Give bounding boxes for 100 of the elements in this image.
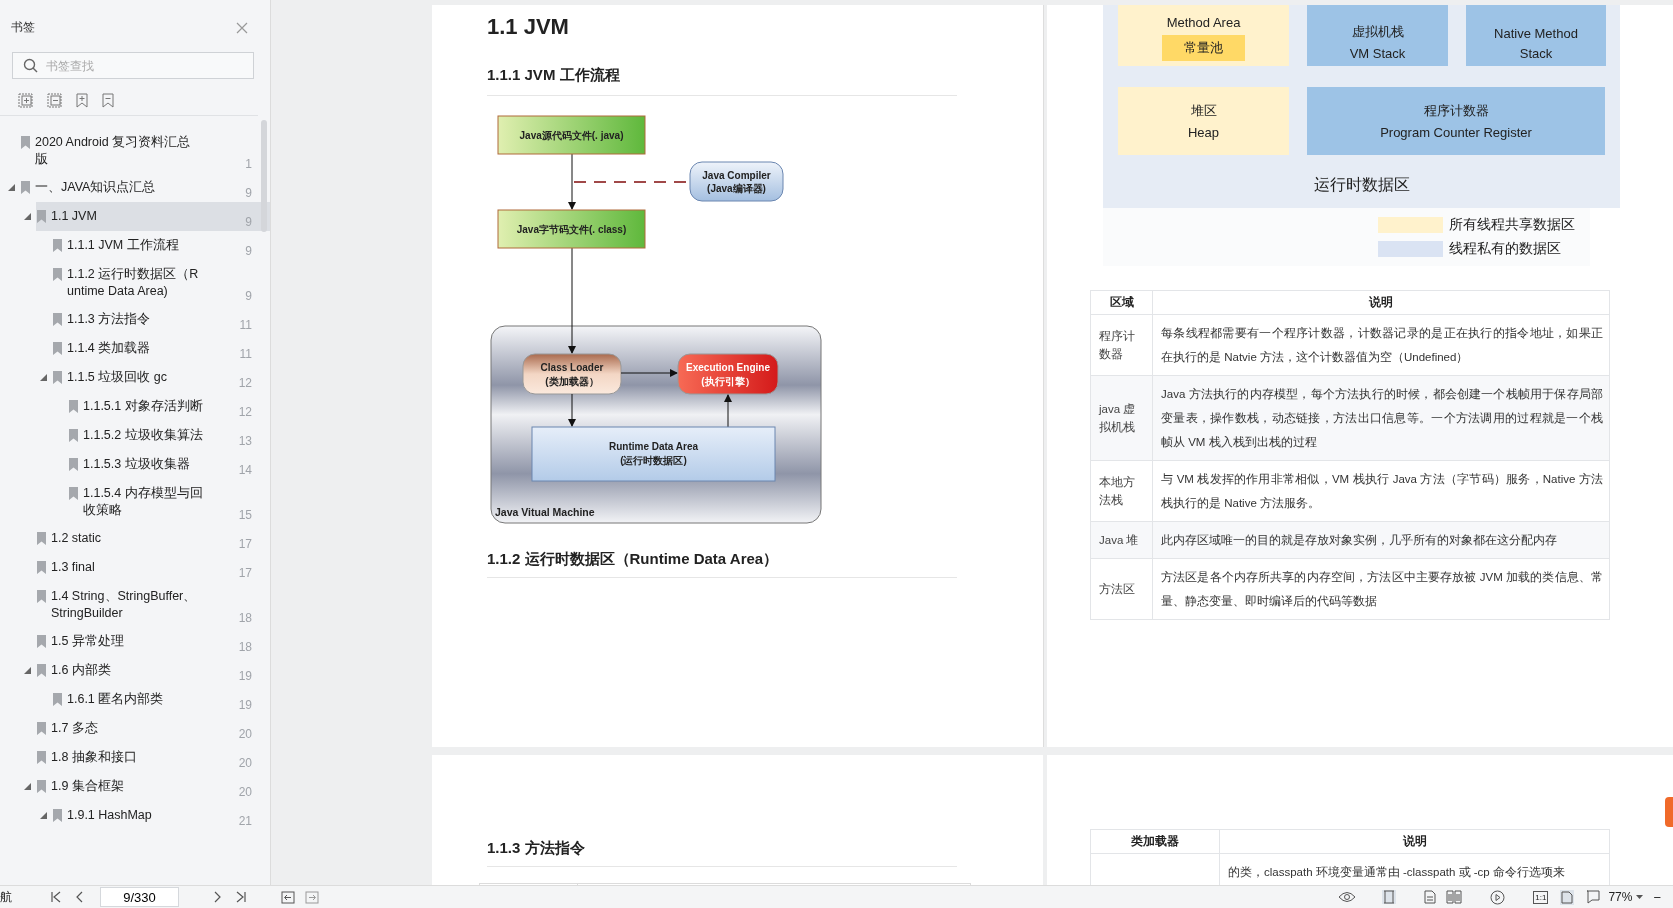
bookmark-label: 2020 Android 复习资料汇总版 — [35, 134, 192, 168]
page-number: 11 — [239, 318, 252, 332]
bookmark-item[interactable]: 1.7 多态 20 — [0, 714, 270, 743]
bookmark-label: 1.9 集合框架 — [51, 778, 125, 795]
page-number-field[interactable]: 9/330 — [100, 887, 179, 907]
bookmark-label: 1.8 抽象和接口 — [51, 749, 138, 766]
fit-page-icon[interactable] — [1560, 889, 1575, 905]
flow-arrow — [620, 369, 678, 377]
page-icon[interactable] — [1424, 890, 1437, 904]
table-cell: 方法区是各个内存所共享的内存空间，方法区中主要存放被 JVM 加载的类信息、常量、静态变量、即时编译后的代码等数据 — [1152, 558, 1610, 620]
bookmark-item[interactable]: 1.6 内部类 19 — [0, 656, 270, 685]
bookmark-item[interactable]: 1.8 抽象和接口 20 — [0, 743, 270, 772]
page-number: 15 — [238, 508, 252, 522]
bookmark-icon — [69, 400, 78, 413]
page-number: 18 — [238, 611, 252, 625]
forward-icon[interactable] — [305, 890, 319, 904]
bookmark-label: 一、JAVA知识点汇总 — [35, 179, 157, 196]
table-cell: 的类，classpath 环境变量通常由 -classpath 或 -cp 命令行选项来 — [1228, 866, 1565, 878]
page-number: 13 — [238, 434, 252, 448]
caret-icon[interactable] — [8, 184, 15, 191]
source-file-node: Java源代码文件(. java) — [497, 115, 646, 155]
plus-box-icon[interactable] — [18, 93, 33, 108]
bookmark-icon — [37, 722, 46, 735]
class-loader-node: Class Loader (类加载器） — [522, 353, 622, 395]
caret-icon[interactable] — [40, 812, 47, 819]
bookmark-icon — [37, 532, 46, 545]
bookmark-item[interactable]: 1.1.5.4 内存模型与回收策略 15 — [0, 479, 270, 524]
bookmark-label: 1.1.2 运行时数据区（Runtime Data Area) — [67, 266, 200, 300]
bookmark-item[interactable]: 1.1.5.2 垃圾收集算法 13 — [0, 421, 270, 450]
page-number: 9 — [245, 215, 252, 229]
caret-icon[interactable] — [24, 783, 31, 790]
back-icon[interactable] — [281, 890, 295, 904]
caret-icon[interactable] — [40, 374, 47, 381]
last-page-button[interactable] — [235, 891, 247, 903]
bookmark-item[interactable]: 一、JAVA知识点汇总 9 — [0, 173, 270, 202]
execution-engine-node: Execution Engine (执行引擎） — [677, 353, 779, 395]
minus-box-icon[interactable] — [47, 93, 62, 108]
column-header: 说明 — [1219, 829, 1610, 854]
region-label: Stack — [1519, 46, 1553, 61]
nav-label[interactable]: 航 — [0, 888, 14, 906]
bookmark-label: 1.1.1 JVM 工作流程 — [67, 237, 180, 254]
bookmark-item[interactable]: 1.3 final 17 — [0, 553, 270, 582]
bookmark-icon — [37, 635, 46, 648]
page-number: 12 — [238, 405, 252, 419]
table-cell: Java 方法执行的内存模型，每个方法执行的时候，都会创建一个栈帧用于保存局部变量表，操作数栈，动态链接，方法出口信息等。一个方法调用的过程就是一个栈帧从 VM 栈入栈到出栈的过程 — [1152, 375, 1610, 461]
bookmark-item[interactable]: 1.4 String、StringBuffer、StringBuilder 18 — [0, 582, 270, 627]
bookmark-label: 1.1 JVM — [51, 208, 98, 225]
flow-arrow — [724, 394, 732, 428]
bookmark-icon — [37, 664, 46, 677]
bookmark-item[interactable]: 1.1.5.3 垃圾收集器 14 — [0, 450, 270, 479]
section-heading: 1.1.3 方法指令 — [487, 839, 957, 867]
bookmark-item[interactable]: 1.1.2 运行时数据区（Runtime Data Area) 9 — [0, 260, 270, 305]
bookmark-item[interactable]: 1.1.5 垃圾回收 gc 12 — [0, 363, 270, 392]
bookmark-item[interactable]: 1.1.5.1 对象存活判断 12 — [0, 392, 270, 421]
bookmark-icon — [53, 268, 62, 281]
table-cell: 方法区 — [1090, 558, 1153, 620]
actual-size-button[interactable]: 1:1 — [1533, 890, 1549, 904]
bytecode-file-node: Java字节码文件(. class) — [497, 209, 646, 249]
bookmark-minus-icon[interactable] — [102, 93, 114, 108]
section-heading: 1.1.2 运行时数据区（Runtime Data Area） — [487, 550, 957, 578]
eye-icon[interactable] — [1338, 891, 1357, 903]
search-field[interactable]: 书签查找 — [12, 52, 254, 79]
bookmark-icon — [37, 210, 46, 223]
region-label: Program Counter Register — [1380, 125, 1532, 140]
caret-icon[interactable] — [1636, 895, 1644, 899]
bookmark-item[interactable]: 1.6.1 匿名内部类 19 — [0, 685, 270, 714]
bookmark-plus-icon[interactable] — [76, 93, 88, 108]
legend-label: 所有线程共享数据区 — [1449, 216, 1575, 234]
page-number: 12 — [238, 376, 252, 390]
scrollbar-thumb[interactable] — [261, 120, 267, 232]
next-page-button[interactable] — [213, 891, 223, 903]
table-cell: 本地方法栈 — [1090, 460, 1153, 522]
caret-icon[interactable] — [24, 213, 31, 220]
bookmark-item[interactable]: 1.1.3 方法指令 11 — [0, 305, 270, 334]
page-number: 17 — [238, 566, 252, 580]
page-number: 19 — [238, 698, 252, 712]
bookmark-icon — [69, 487, 78, 500]
zoom-out-button[interactable]: − — [1653, 889, 1661, 905]
two-page-icon[interactable] — [1446, 890, 1463, 904]
bookmark-item[interactable]: 1.5 异常处理 18 — [0, 627, 270, 656]
bookmark-label: 1.1.5.1 对象存活判断 — [83, 398, 203, 415]
single-page-icon[interactable] — [1382, 890, 1397, 904]
play-icon[interactable] — [1490, 889, 1506, 905]
bookmark-item[interactable]: 1.2 static 17 — [0, 524, 270, 553]
page-number: 19 — [238, 669, 252, 683]
caret-icon[interactable] — [24, 667, 31, 674]
bookmark-label: 1.7 多态 — [51, 720, 99, 737]
bookmark-item[interactable]: 1.1.1 JVM 工作流程 9 — [0, 231, 270, 260]
region-label: 堆区 — [1190, 102, 1217, 120]
zoom-dropdown[interactable]: 77% — [1608, 890, 1633, 904]
bookmark-item[interactable]: 2020 Android 复习资料汇总版 1 — [0, 128, 270, 173]
region-label: 虚拟机栈 — [1351, 23, 1404, 41]
bookmark-icon — [53, 239, 62, 252]
close-icon[interactable] — [236, 21, 248, 34]
previous-page-button[interactable] — [74, 891, 84, 903]
first-page-button[interactable] — [50, 891, 62, 903]
page-number: 9 — [245, 289, 252, 303]
bookmark-item[interactable]: 1.9 集合框架 20 — [0, 772, 270, 801]
bookmark-item[interactable]: 1.9.1 HashMap 21 — [0, 801, 270, 830]
bookmark-item[interactable]: 1.1.4 类加载器 11 — [0, 334, 270, 363]
